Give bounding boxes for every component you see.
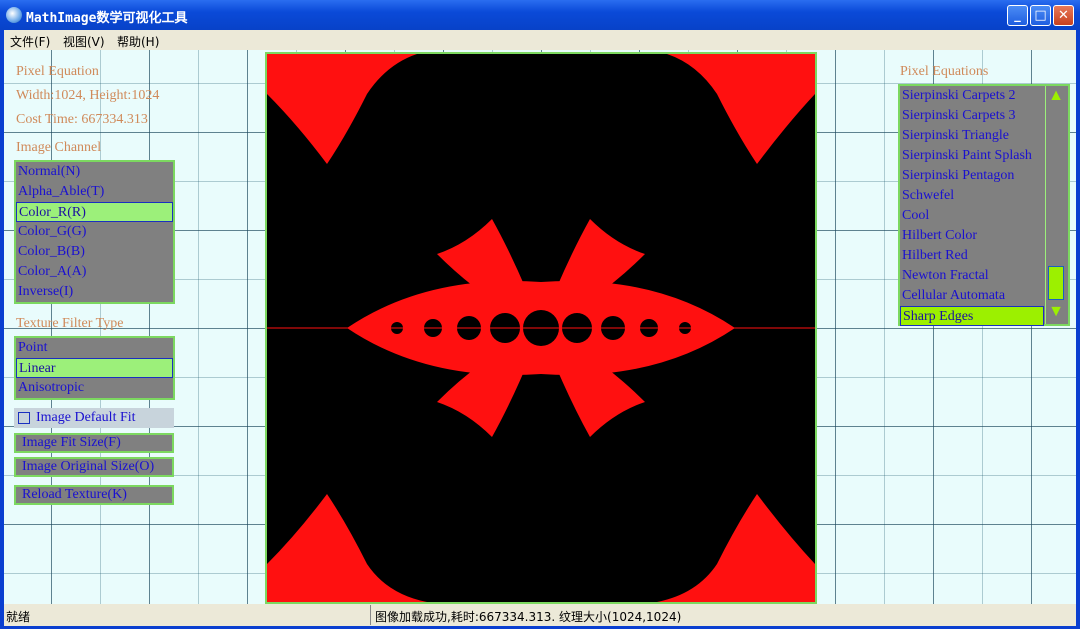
sharp-edges-fractal (267, 54, 815, 602)
menu-help[interactable]: 帮助(H) (117, 33, 159, 50)
checkbox-label: Image Default Fit (36, 410, 136, 425)
equation-item[interactable]: Cellular Automata (900, 286, 1068, 306)
channel-item-selected[interactable]: Color_R(R) (16, 202, 173, 222)
maximize-button[interactable]: □ (1030, 5, 1051, 26)
status-bar: 就绪 图像加载成功,耗时:667334.313. 纹理大小(1024,1024) (4, 604, 1076, 626)
equation-item[interactable]: Sierpinski Pentagon (900, 166, 1068, 186)
equation-item[interactable]: Sierpinski Carpets 3 (900, 106, 1068, 126)
menu-file[interactable]: 文件(F) (10, 33, 50, 50)
channel-item[interactable]: Alpha_Able(T) (16, 182, 173, 202)
image-size-text: Width:1024, Height:1024 (16, 88, 160, 103)
channel-item[interactable]: Color_A(A) (16, 262, 173, 282)
equation-item[interactable]: Sierpinski Carpets 2 (900, 86, 1068, 106)
image-default-fit-checkbox[interactable]: Image Default Fit (14, 408, 174, 428)
image-original-size-button[interactable]: Image Original Size(O) (14, 457, 174, 477)
channel-item[interactable]: Color_G(G) (16, 222, 173, 242)
image-fit-size-button[interactable]: Image Fit Size(F) (14, 433, 174, 453)
checkbox-box[interactable] (18, 412, 30, 424)
image-channel-list[interactable]: Normal(N) Alpha_Able(T) Color_R(R) Color… (14, 160, 175, 304)
channel-item[interactable]: Color_B(B) (16, 242, 173, 262)
cost-time-text: Cost Time: 667334.313 (16, 112, 148, 127)
equation-item[interactable]: Sierpinski Paint Splash (900, 146, 1068, 166)
pixel-equations-label: Pixel Equations (900, 64, 989, 79)
scroll-down-arrow-icon[interactable]: ▼ (1048, 302, 1064, 322)
fractal-top-left (267, 54, 417, 164)
channel-item[interactable]: Inverse(I) (16, 282, 173, 302)
window-title: MathImage数学可视化工具 (26, 11, 188, 26)
menu-bar: 文件(F) 视图(V) 帮助(H) (4, 30, 1076, 50)
title-bar: MathImage数学可视化工具 _ □ ✕ (0, 0, 1080, 30)
equation-item[interactable]: Hilbert Color (900, 226, 1068, 246)
fractal-image (265, 52, 817, 604)
status-message: 图像加载成功,耗时:667334.313. 纹理大小(1024,1024) (370, 605, 681, 625)
image-channel-label: Image Channel (16, 140, 102, 155)
equations-scrollbar[interactable]: ▲ ▼ (1045, 86, 1065, 324)
client-area: Pixel Equation Width:1024, Height:1024 C… (4, 50, 1076, 604)
app-globe-icon (6, 7, 22, 23)
filter-item-selected[interactable]: Linear (16, 358, 173, 378)
filter-item[interactable]: Anisotropic (16, 378, 173, 398)
filter-item[interactable]: Point (16, 338, 173, 358)
equation-item[interactable]: Schwefel (900, 186, 1068, 206)
equation-heading: Pixel Equation (16, 64, 99, 79)
fractal-bottom-right (657, 494, 815, 602)
equation-item[interactable]: Newton Fractal (900, 266, 1068, 286)
scroll-up-arrow-icon[interactable]: ▲ (1048, 86, 1064, 106)
status-ready: 就绪 (6, 610, 31, 624)
texture-filter-list[interactable]: Point Linear Anisotropic (14, 336, 175, 400)
fractal-top-right (667, 54, 815, 164)
equation-item[interactable]: Hilbert Red (900, 246, 1068, 266)
reload-texture-button[interactable]: Reload Texture(K) (14, 485, 174, 505)
fractal-bottom-left (267, 494, 427, 602)
minimize-button[interactable]: _ (1007, 5, 1028, 26)
equation-item[interactable]: Cool (900, 206, 1068, 226)
channel-item[interactable]: Normal(N) (16, 162, 173, 182)
equation-item[interactable]: Sierpinski Triangle (900, 126, 1068, 146)
menu-view[interactable]: 视图(V) (63, 33, 105, 50)
texture-filter-label: Texture Filter Type (16, 316, 124, 331)
close-button[interactable]: ✕ (1053, 5, 1074, 26)
equation-item-selected[interactable]: Sharp Edges (900, 306, 1044, 326)
scroll-thumb[interactable] (1048, 266, 1064, 300)
